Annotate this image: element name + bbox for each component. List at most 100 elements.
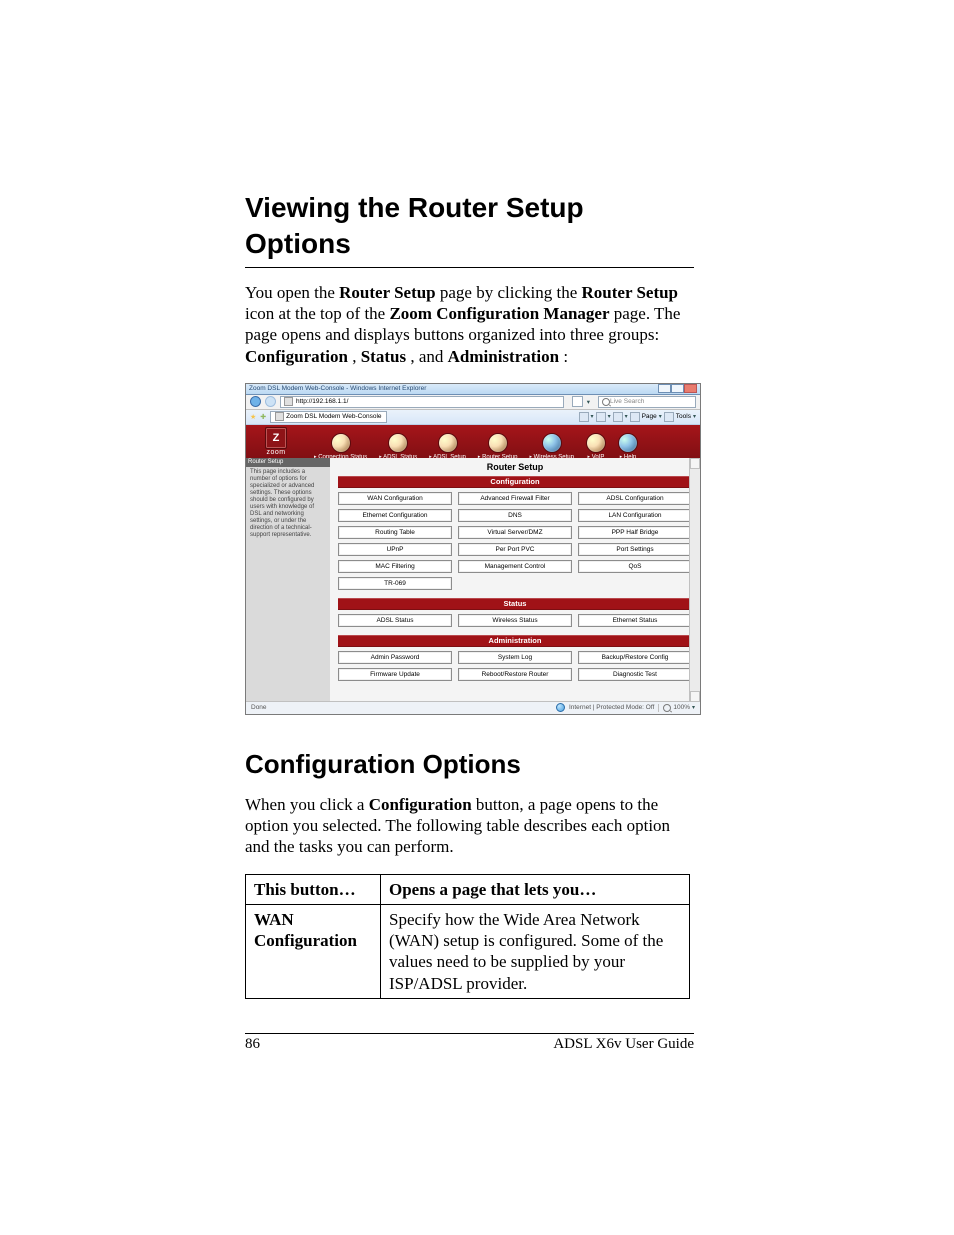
search-box[interactable]: Live Search (598, 396, 696, 408)
zoom-control[interactable]: 100% ▾ (658, 704, 695, 712)
backup-restore-config-button[interactable]: Backup/Restore Config (578, 651, 692, 664)
diagnostic-test-button[interactable]: Diagnostic Test (578, 668, 692, 681)
sidebar: Router Setup This page includes a number… (246, 458, 330, 702)
page-footer: 86 ADSL X6v User Guide (245, 1033, 694, 1053)
nav-item-connection-status[interactable]: ▸ Connection Status (310, 433, 371, 461)
upnp-button[interactable]: UPnP (338, 543, 452, 556)
text-bold: Status (361, 347, 406, 366)
search-placeholder: Live Search (610, 398, 644, 405)
text-bold: Administration (448, 347, 559, 366)
tr069-button[interactable]: TR-069 (338, 577, 452, 590)
wan-configuration-button[interactable]: WAN Configuration (338, 492, 452, 505)
page-title: Router Setup (338, 462, 692, 472)
nav-item-help[interactable]: ▸ Help (614, 433, 642, 461)
per-port-pvc-button[interactable]: Per Port PVC (458, 543, 572, 556)
text: icon at the top of the (245, 304, 389, 323)
search-icon (602, 398, 610, 406)
browser-tab[interactable]: Zoom DSL Modem Web-Console (270, 411, 386, 423)
wrench-icon (438, 433, 458, 453)
text: , and (410, 347, 447, 366)
page-icon (284, 397, 293, 406)
config-paragraph: When you click a Configuration button, a… (245, 794, 694, 858)
home-icon[interactable] (579, 412, 589, 422)
page-number: 86 (245, 1036, 260, 1053)
section-status: Status (338, 598, 692, 610)
window-title: Zoom DSL Modem Web-Console - Windows Int… (249, 385, 426, 392)
browser-status-bar: Done Internet | Protected Mode: Off 100%… (246, 701, 700, 714)
nav-item-wireless-setup[interactable]: ▸ Wireless Setup (525, 433, 578, 461)
routing-table-button[interactable]: Routing Table (338, 526, 452, 539)
tools-menu-label[interactable]: Tools (676, 413, 691, 420)
admin-password-button[interactable]: Admin Password (338, 651, 452, 664)
print-icon[interactable] (613, 412, 623, 422)
favorites-icon[interactable]: ★ (250, 413, 256, 421)
text: page by clicking the (440, 283, 582, 302)
status-right: Internet | Protected Mode: Off (569, 704, 654, 711)
browser-nav-bar: http://192.168.1.1/ ▾ Live Search (246, 395, 700, 410)
add-favorite-icon[interactable]: ✚ (260, 413, 266, 421)
reboot-restore-router-button[interactable]: Reboot/Restore Router (458, 668, 572, 681)
ie-toolbar: ▾ ▾ ▾ Page▾ Tools▾ (579, 412, 696, 422)
status-left: Done (251, 704, 267, 711)
table-header-button: This button… (246, 874, 381, 904)
page-menu-icon[interactable] (630, 412, 640, 422)
text: : (563, 347, 568, 366)
lan-configuration-button[interactable]: LAN Configuration (578, 509, 692, 522)
guide-title: ADSL X6v User Guide (553, 1036, 694, 1053)
system-log-button[interactable]: System Log (458, 651, 572, 664)
ethernet-status-button[interactable]: Ethernet Status (578, 614, 692, 627)
zoom-logo: Z zoom (246, 425, 306, 461)
feeds-icon[interactable] (596, 412, 606, 422)
close-icon[interactable] (684, 384, 697, 393)
back-icon[interactable] (250, 396, 261, 407)
port-settings-button[interactable]: Port Settings (578, 543, 692, 556)
adsl-configuration-button[interactable]: ADSL Configuration (578, 492, 692, 505)
dropdown-icon[interactable]: ▾ (587, 398, 590, 406)
text: When you click a (245, 795, 369, 814)
heading-viewing: Viewing the Router Setup Options (245, 190, 694, 268)
address-url: http://192.168.1.1/ (296, 398, 348, 405)
globe-icon (331, 433, 351, 453)
advanced-firewall-button[interactable]: Advanced Firewall Filter (458, 492, 572, 505)
ppp-half-bridge-button[interactable]: PPP Half Bridge (578, 526, 692, 539)
configuration-grid: WAN Configuration Advanced Firewall Filt… (338, 488, 692, 598)
refresh-icon[interactable] (572, 396, 583, 407)
firmware-update-button[interactable]: Firmware Update (338, 668, 452, 681)
router-setup-screenshot: Zoom DSL Modem Web-Console - Windows Int… (245, 383, 701, 715)
forward-icon[interactable] (265, 396, 276, 407)
page-menu-label[interactable]: Page (642, 413, 657, 420)
wrench-icon (488, 433, 508, 453)
text-bold: Router Setup (339, 283, 436, 302)
text-bold: Configuration (245, 347, 348, 366)
section-configuration: Configuration (338, 476, 692, 488)
nav-item-voip[interactable]: ▸ VoIP (582, 433, 610, 461)
dns-button[interactable]: DNS (458, 509, 572, 522)
mac-filtering-button[interactable]: MAC Filtering (338, 560, 452, 573)
wireless-status-button[interactable]: Wireless Status (458, 614, 572, 627)
qos-button[interactable]: QoS (578, 560, 692, 573)
adsl-status-button[interactable]: ADSL Status (338, 614, 452, 627)
tab-title: Zoom DSL Modem Web-Console (286, 413, 381, 420)
nav-item-adsl-setup[interactable]: ▸ ADSL Setup (425, 433, 470, 461)
window-titlebar: Zoom DSL Modem Web-Console - Windows Int… (246, 384, 700, 395)
text-bold: Zoom Configuration Manager (389, 304, 609, 323)
gauge-icon (388, 433, 408, 453)
management-control-button[interactable]: Management Control (458, 560, 572, 573)
address-bar[interactable]: http://192.168.1.1/ (280, 396, 564, 408)
table-cell-button: WAN Configuration (246, 904, 381, 998)
nav-item-router-setup[interactable]: ▸ Router Setup (474, 433, 522, 461)
nav-item-adsl-status[interactable]: ▸ ADSL Status (375, 433, 421, 461)
heading-configuration-options: Configuration Options (245, 749, 694, 780)
virtual-server-dmz-button[interactable]: Virtual Server/DMZ (458, 526, 572, 539)
tools-menu-icon[interactable] (664, 412, 674, 422)
minimize-icon[interactable] (658, 384, 671, 393)
magnifier-icon (663, 704, 671, 712)
maximize-icon[interactable] (671, 384, 684, 393)
intro-paragraph: You open the Router Setup page by clicki… (245, 282, 694, 367)
scrollbar[interactable] (689, 458, 700, 702)
ethernet-configuration-button[interactable]: Ethernet Configuration (338, 509, 452, 522)
text-bold: Configuration (369, 795, 472, 814)
status-grid: ADSL Status Wireless Status Ethernet Sta… (338, 610, 692, 635)
text-bold: Router Setup (582, 283, 679, 302)
internet-zone-icon (556, 703, 565, 712)
